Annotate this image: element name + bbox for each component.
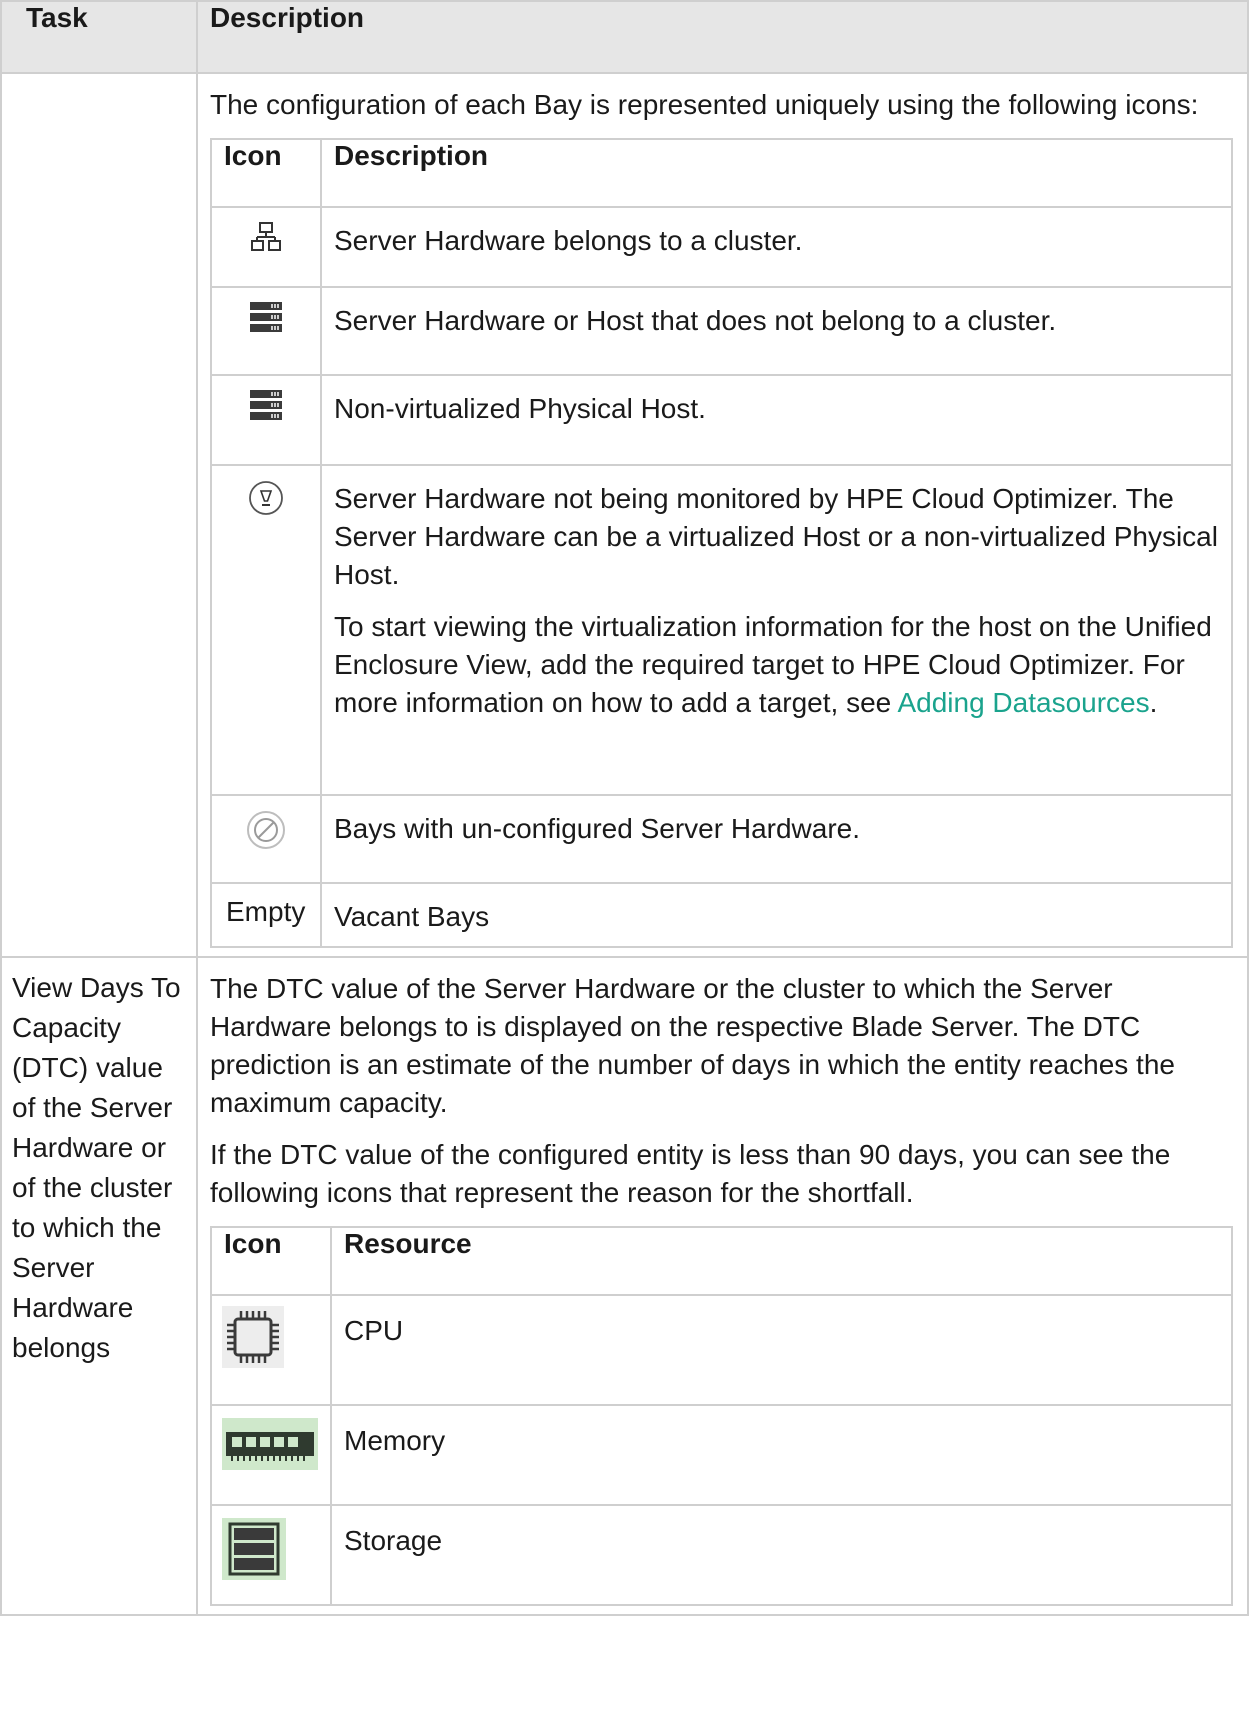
- icon-cell: [210, 464, 322, 796]
- icon-cell: [210, 1294, 332, 1406]
- resource-name: CPU: [330, 1294, 1233, 1406]
- resource-icon-table: Icon Resource CPU Memory Storage: [210, 1226, 1233, 1606]
- resource-name: Storage: [330, 1504, 1233, 1606]
- dtc-shortfall-text: If the DTC value of the configured entit…: [210, 1139, 1171, 1208]
- icon-cell: [210, 374, 322, 466]
- icon-cell: [210, 206, 322, 288]
- server-stack-icon: [250, 390, 282, 420]
- icon-description: Server Hardware not being monitored by H…: [320, 464, 1233, 796]
- table-row: The configuration of each Bay is represe…: [0, 72, 1249, 958]
- table-row: Storage: [210, 1504, 1233, 1606]
- empty-icon-text: Empty: [210, 882, 322, 948]
- table-row: Server Hardware or Host that does not be…: [210, 286, 1233, 376]
- task-cell: View Days To Capacity (DTC) value of the…: [0, 956, 198, 1616]
- resource-name: Memory: [330, 1404, 1233, 1506]
- unmonitored-instructions: To start viewing the virtualization info…: [334, 608, 1219, 722]
- icon-cell: [210, 1404, 332, 1506]
- table-row: Server Hardware not being monitored by H…: [210, 464, 1233, 796]
- icon-description: Non-virtualized Physical Host.: [320, 374, 1233, 466]
- task-table: Task Description The configuration of ea…: [0, 0, 1249, 1616]
- memory-module-icon: [222, 1418, 318, 1470]
- description-column-header: Description: [196, 0, 1249, 74]
- storage-icon: [222, 1518, 286, 1580]
- table-row: Non-virtualized Physical Host.: [210, 374, 1233, 466]
- adding-datasources-link[interactable]: Adding Datasources: [897, 687, 1149, 718]
- instructions-period: .: [1149, 687, 1158, 718]
- bay-icons-intro: The configuration of each Bay is represe…: [210, 89, 1199, 120]
- icon-cell: [210, 286, 322, 376]
- unmonitored-description: Server Hardware not being monitored by H…: [334, 483, 1218, 590]
- dtc-task-text: View Days To Capacity (DTC) value of the…: [12, 972, 181, 1363]
- table-row: View Days To Capacity (DTC) value of the…: [0, 956, 1249, 1616]
- task-cell-empty: [0, 72, 198, 958]
- description-column-header-inner: Description: [320, 138, 1233, 208]
- description-cell: The DTC value of the Server Hardware or …: [196, 956, 1249, 1616]
- resource-column-header: Resource: [330, 1226, 1233, 1296]
- cluster-icon: [251, 222, 281, 251]
- icon-description: Server Hardware or Host that does not be…: [320, 286, 1233, 376]
- icon-column-header: Icon: [210, 1226, 332, 1296]
- icon-column-header: Icon: [210, 138, 322, 208]
- task-column-header: Task: [0, 0, 198, 74]
- prohibited-icon: [247, 811, 285, 849]
- cpu-chip-icon: [222, 1306, 284, 1368]
- table-row: Bays with un-configured Server Hardware.: [210, 794, 1233, 884]
- icon-description: Bays with un-configured Server Hardware.: [320, 794, 1233, 884]
- table-row: Empty Vacant Bays: [210, 882, 1233, 948]
- server-stack-icon: [250, 302, 282, 332]
- warning-circle-icon: [249, 481, 283, 515]
- icon-cell: [210, 794, 322, 884]
- table-row: CPU: [210, 1294, 1233, 1406]
- table-row: Server Hardware belongs to a cluster.: [210, 206, 1233, 288]
- bay-icon-table: Icon Description Server Hardware belongs…: [210, 138, 1233, 948]
- icon-description: Vacant Bays: [320, 882, 1233, 948]
- description-cell: The configuration of each Bay is represe…: [196, 72, 1249, 958]
- table-header-row: Task Description: [0, 0, 1249, 74]
- icon-cell: [210, 1504, 332, 1606]
- dtc-description: The DTC value of the Server Hardware or …: [210, 973, 1175, 1118]
- icon-description: Server Hardware belongs to a cluster.: [320, 206, 1233, 288]
- table-row: Memory: [210, 1404, 1233, 1506]
